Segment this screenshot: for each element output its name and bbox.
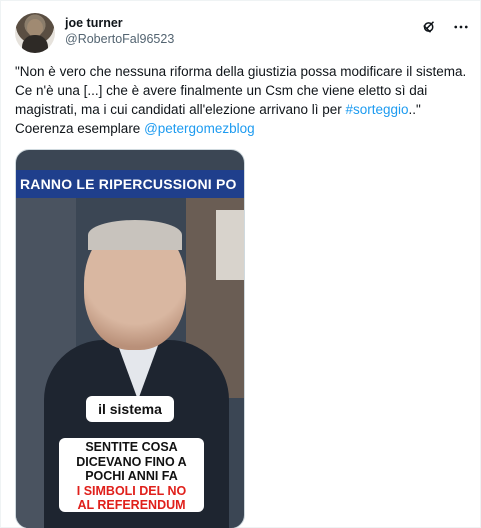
video-player[interactable]: RANNO LE RIPERCUSSIONI PO il sistema SEN… xyxy=(15,149,245,528)
video-banner: RANNO LE RIPERCUSSIONI PO xyxy=(16,170,244,198)
grok-icon[interactable] xyxy=(419,17,439,37)
hashtag-link[interactable]: #sorteggio xyxy=(345,102,408,117)
avatar-body xyxy=(22,35,48,53)
overlay-line-5: AL REFERENDUM xyxy=(77,498,186,512)
overlay-line-4: I SIMBOLI DEL NO xyxy=(76,483,187,498)
video-caption: il sistema xyxy=(86,396,174,422)
author-display-name[interactable]: joe turner xyxy=(65,15,174,31)
author-handle[interactable]: @RobertoFal96523 xyxy=(65,31,174,47)
author-names: joe turner @RobertoFal96523 xyxy=(65,15,174,47)
tweet-header: joe turner @RobertoFal96523 xyxy=(15,13,475,53)
mention-link[interactable]: @petergomezblog xyxy=(144,121,255,136)
video-person-hair xyxy=(88,220,182,250)
overlay-line-1: SENTITE COSA xyxy=(85,440,178,454)
overlay-line-2: DICEVANO FINO A xyxy=(76,454,187,469)
tweet-text: "Non è vero che nessuna riforma della gi… xyxy=(15,62,470,138)
overlay-line-3: POCHI ANNI FA xyxy=(85,469,178,483)
tweet-actions xyxy=(419,17,471,37)
video-background-books xyxy=(216,210,244,280)
more-icon[interactable] xyxy=(451,17,471,37)
avatar[interactable] xyxy=(15,13,55,53)
video-overlay-text: SENTITE COSA DICEVANO FINO A POCHI ANNI … xyxy=(59,438,204,512)
tweet-card[interactable]: joe turner @RobertoFal96523 "Non è vero … xyxy=(0,0,481,528)
